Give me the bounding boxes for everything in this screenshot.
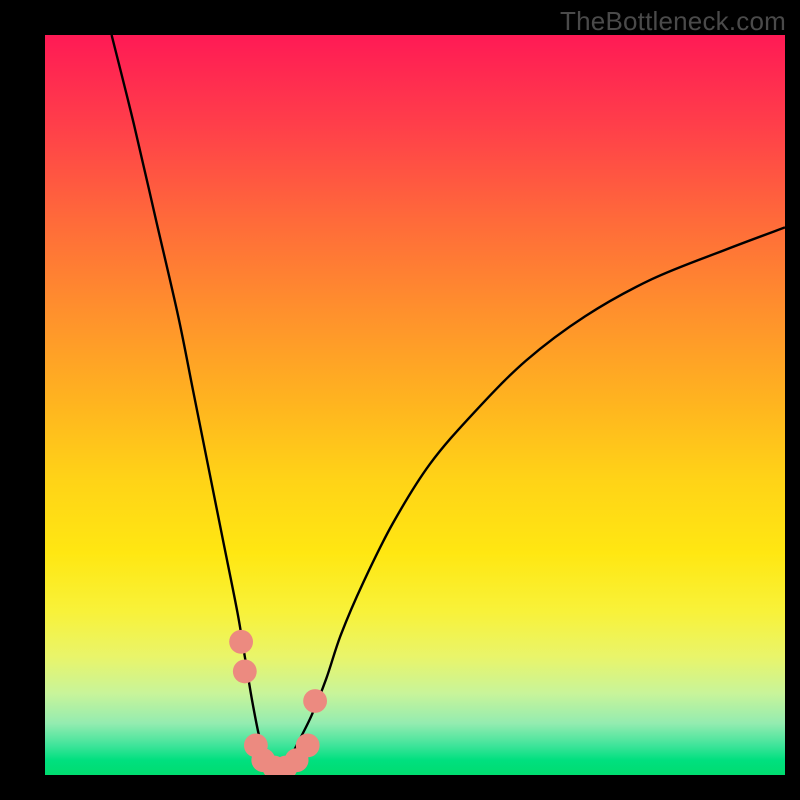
data-marker <box>233 659 257 683</box>
curve-layer <box>45 35 785 775</box>
watermark-text: TheBottleneck.com <box>560 6 786 37</box>
data-marker <box>229 630 253 654</box>
data-marker <box>296 733 320 757</box>
data-marker <box>303 689 327 713</box>
chart-frame: TheBottleneck.com <box>0 0 800 800</box>
marker-group <box>229 630 327 775</box>
plot-area <box>45 35 785 775</box>
bottleneck-curve <box>112 35 785 769</box>
